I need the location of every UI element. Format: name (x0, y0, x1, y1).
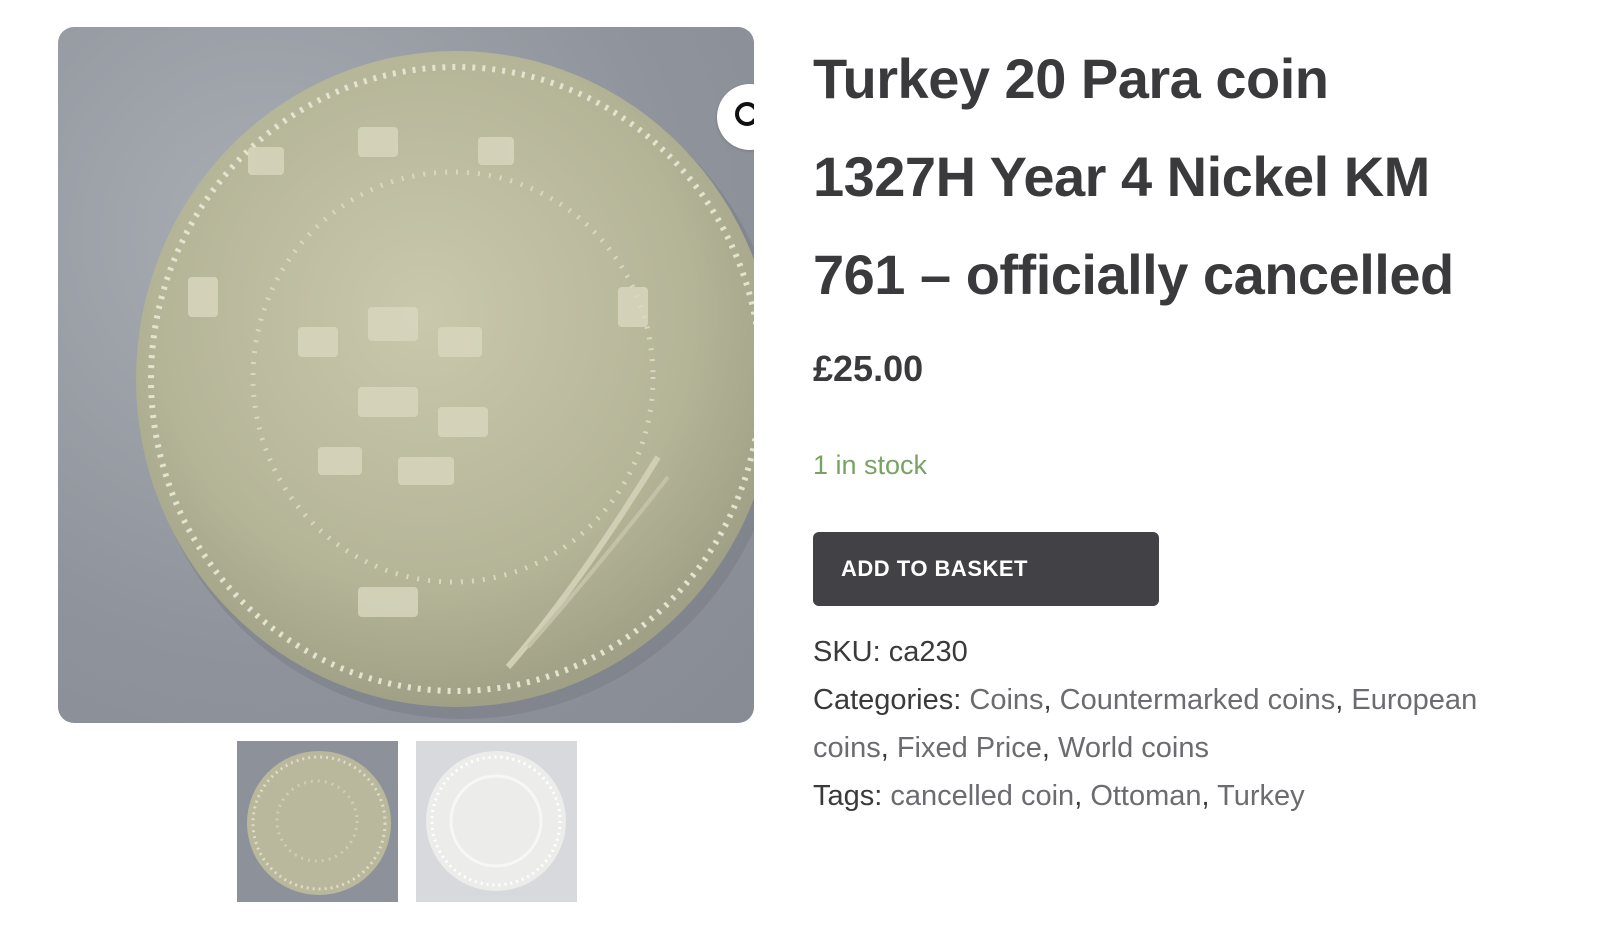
category-link-countermarked-coins[interactable]: Countermarked coins (1060, 684, 1336, 716)
tag-link-ottoman[interactable]: Ottoman (1090, 780, 1201, 812)
sku-row: SKU: ca230 (813, 628, 1553, 676)
coin-reverse-thumbnail[interactable] (416, 741, 577, 902)
gallery-thumbnails (237, 741, 577, 902)
coin-obverse-thumbnail-image (247, 751, 391, 895)
coin-image (136, 51, 754, 719)
coin-reverse-thumbnail-image (426, 751, 566, 891)
product-title-line: 1327H Year 4 Nickel KM (813, 145, 1430, 208)
product-meta: SKU: ca230 Categories: Coins, Countermar… (813, 628, 1553, 820)
sku-value: ca230 (888, 636, 968, 668)
sku-label: SKU: (813, 636, 881, 668)
category-link-world-coins[interactable]: World coins (1058, 732, 1209, 764)
product-title-line: Turkey 20 Para coin (813, 47, 1329, 110)
categories-label: Categories: (813, 684, 962, 716)
tags-label: Tags: (813, 780, 883, 812)
product-title: Turkey 20 Para coin 1327H Year 4 Nickel … (813, 30, 1553, 324)
product-main-image[interactable] (58, 27, 754, 723)
product-summary: Turkey 20 Para coin 1327H Year 4 Nickel … (813, 30, 1553, 812)
magnifier-icon (735, 102, 754, 126)
tags-row: Tags: cancelled coin, Ottoman, Turkey (813, 780, 1305, 812)
product-title-line: 761 – officially cancelled (813, 243, 1454, 306)
tag-link-cancelled-coin[interactable]: cancelled coin (890, 780, 1074, 812)
stock-status: 1 in stock (813, 450, 928, 480)
product-price: £25.00 (813, 348, 924, 389)
tag-link-turkey[interactable]: Turkey (1217, 780, 1305, 812)
category-link-coins[interactable]: Coins (969, 684, 1043, 716)
coin-obverse-thumbnail[interactable] (237, 741, 398, 902)
category-link-fixed-price[interactable]: Fixed Price (897, 732, 1042, 764)
add-to-basket-button[interactable]: ADD TO BASKET (813, 532, 1159, 606)
categories-row: Categories: Coins, Countermarked coins, … (813, 684, 1478, 764)
